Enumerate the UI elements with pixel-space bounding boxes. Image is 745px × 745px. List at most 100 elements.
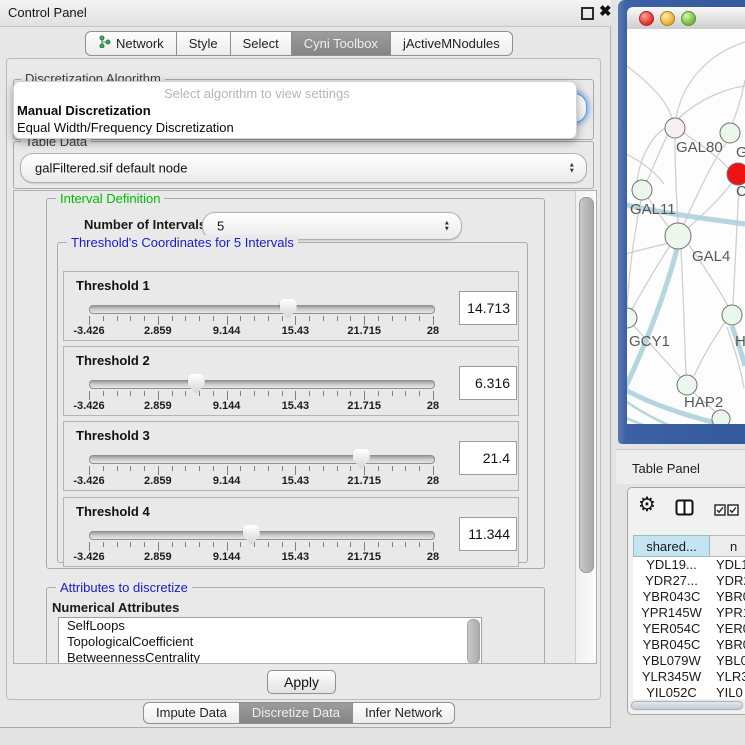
minor-tick <box>392 466 393 471</box>
table-data-combobox[interactable]: galFiltered.sif default node ▲▼ <box>20 153 587 183</box>
cell-shared-name: YER054C <box>633 621 710 637</box>
slider-track[interactable] <box>89 380 435 389</box>
gear-icon[interactable]: ⚙ <box>638 494 656 516</box>
float-window-icon[interactable] <box>581 7 594 20</box>
panel-scrollbar-thumb[interactable] <box>579 197 594 573</box>
slider-track[interactable] <box>89 455 435 464</box>
network-edge[interactable] <box>733 186 739 305</box>
network-node[interactable] <box>627 308 637 328</box>
tab-select[interactable]: Select <box>231 31 292 56</box>
tab-select-label: Select <box>243 32 279 55</box>
network-node[interactable] <box>712 410 730 424</box>
major-tick <box>364 391 365 400</box>
table-row[interactable]: YBR043CYBR0 <box>633 589 745 605</box>
close-button[interactable] <box>639 11 654 26</box>
slider-thumb[interactable] <box>243 525 260 545</box>
minor-tick <box>130 391 131 396</box>
dropdown-option-equal-width[interactable]: Equal Width/Frequency Discretization <box>17 120 234 135</box>
network-edge[interactable] <box>694 322 725 376</box>
column-header-shared-name[interactable]: shared... <box>633 535 710 557</box>
network-graph[interactable]: GAL80GACGAL11GAL4GCY1HHAP2 <box>627 29 745 424</box>
panel-scrollbar-track[interactable] <box>575 191 596 663</box>
minor-tick <box>117 391 118 396</box>
settings-scroll-viewport: Interval Definition Number of Intervals … <box>13 190 597 664</box>
tick-label: 28 <box>427 400 439 412</box>
tab-jactivemnodules-label: jActiveMNodules <box>403 32 500 55</box>
network-edge[interactable] <box>678 86 745 119</box>
minor-tick <box>378 391 379 396</box>
close-icon[interactable]: ✖ <box>599 3 612 21</box>
minor-tick <box>405 316 406 321</box>
table-row[interactable]: YLR345WYLR3 <box>633 669 745 685</box>
interval-definition-group-label: Interval Definition <box>56 191 164 206</box>
minor-tick <box>350 316 351 321</box>
minor-tick <box>144 391 145 396</box>
list-item[interactable]: TopologicalCoefficient <box>59 634 481 650</box>
threshold-value-field[interactable]: 11.344 <box>459 517 517 551</box>
list-item[interactable]: BetweennessCentrality <box>59 650 481 664</box>
list-item[interactable]: SelfLoops <box>59 618 481 634</box>
network-node[interactable] <box>677 375 697 395</box>
slider-track[interactable] <box>89 305 435 314</box>
threshold-value-field[interactable]: 6.316 <box>459 366 517 400</box>
slider-thumb[interactable] <box>188 374 205 394</box>
threshold-label: Threshold 3 <box>76 428 150 443</box>
tab-impute-data[interactable]: Impute Data <box>143 702 240 724</box>
numerical-attributes-list[interactable]: SelfLoopsTopologicalCoefficientBetweenne… <box>58 617 482 664</box>
network-node[interactable] <box>727 163 745 185</box>
tab-cyni-toolbox[interactable]: Cyni Toolbox <box>292 31 391 56</box>
tab-style[interactable]: Style <box>177 31 231 56</box>
network-edge[interactable] <box>647 134 668 181</box>
minor-tick <box>350 391 351 396</box>
threshold-value-field[interactable]: 21.4 <box>459 441 517 475</box>
minor-tick <box>282 316 283 321</box>
tab-discretize-data[interactable]: Discretize Data <box>240 702 353 724</box>
network-edge[interactable] <box>627 60 672 118</box>
control-panel-titlebar[interactable]: Control Panel ✖ <box>0 0 611 27</box>
list-scrollbar-thumb[interactable] <box>467 619 480 664</box>
tab-network[interactable]: Network <box>85 31 177 56</box>
tab-infer-network[interactable]: Infer Network <box>353 702 455 724</box>
network-node[interactable] <box>632 180 652 200</box>
split-columns-icon[interactable] <box>675 499 694 521</box>
network-node[interactable] <box>665 223 691 249</box>
minor-tick <box>254 316 255 321</box>
network-edge[interactable] <box>631 246 670 311</box>
network-edge[interactable] <box>676 42 745 118</box>
table-row[interactable]: YIL052CYIL0 <box>633 685 745 699</box>
dropdown-option-manual-discretization[interactable]: Manual Discretization <box>17 103 151 118</box>
network-canvas[interactable]: GAL80GACGAL11GAL4GCY1HHAP2 <box>627 29 745 424</box>
threshold-value-field[interactable]: 14.713 <box>459 291 517 325</box>
checked-checkbox-icon[interactable] <box>727 503 739 521</box>
tab-cyni-toolbox-label: Cyni Toolbox <box>304 32 378 55</box>
column-header-name[interactable]: n <box>710 535 745 557</box>
apply-button[interactable]: Apply <box>267 670 336 694</box>
tick-label: 15.43 <box>282 475 310 487</box>
network-edge[interactable] <box>681 249 686 375</box>
table-row[interactable]: YDL19...YDL1 <box>633 557 745 573</box>
table-row[interactable]: YDR27...YDR2 <box>633 573 745 589</box>
table-row[interactable]: YER054CYER0 <box>633 621 745 637</box>
network-edge-highlighted[interactable] <box>627 249 677 402</box>
major-tick <box>89 391 90 400</box>
table-row[interactable]: YBL079WYBL0 <box>633 653 745 669</box>
cell-shared-name: YBR043C <box>633 589 710 605</box>
algorithm-dropdown-popup: Select algorithm to view settings Manual… <box>13 81 577 139</box>
tab-jactivemnodules[interactable]: jActiveMNodules <box>391 31 513 56</box>
slider-thumb[interactable] <box>353 449 370 469</box>
table-hscrollbar-thumb[interactable] <box>631 701 743 710</box>
checked-checkbox-icon[interactable] <box>714 503 726 521</box>
network-node[interactable] <box>720 123 740 143</box>
minimize-button[interactable] <box>660 11 675 26</box>
network-node[interactable] <box>665 118 685 138</box>
minor-tick <box>419 466 420 471</box>
slider-track[interactable] <box>89 531 435 540</box>
network-window-titlebar[interactable] <box>627 7 745 30</box>
table-row[interactable]: YBR045CYBR0 <box>633 637 745 653</box>
zoom-button[interactable] <box>681 11 696 26</box>
network-edge[interactable] <box>637 128 666 181</box>
table-row[interactable]: YPR145WYPR1 <box>633 605 745 621</box>
table-panel-titlebar[interactable]: Table Panel <box>616 449 745 484</box>
network-node[interactable] <box>722 305 742 325</box>
table-hscrollbar-track[interactable] <box>630 700 744 711</box>
